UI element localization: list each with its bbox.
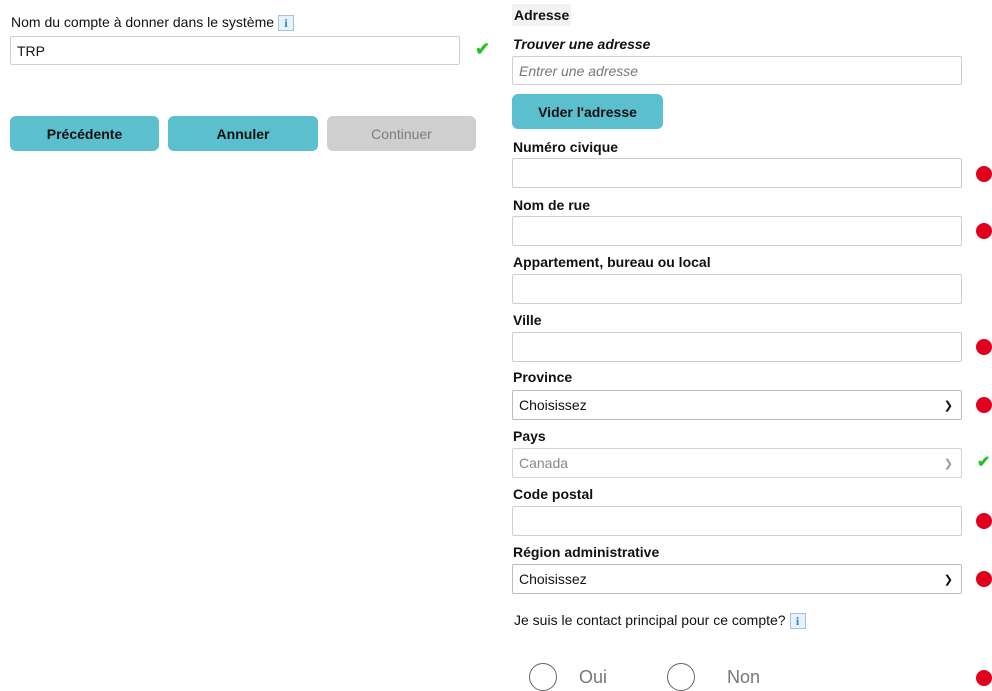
street-input[interactable] (512, 216, 962, 246)
required-error-icon (976, 339, 992, 355)
country-label: Pays (513, 428, 546, 444)
clear-address-button[interactable]: Vider l'adresse (512, 94, 663, 129)
cancel-button[interactable]: Annuler (168, 116, 318, 151)
required-error-icon (976, 513, 992, 529)
radio-yes[interactable] (529, 663, 557, 691)
info-icon[interactable]: i (789, 613, 806, 630)
primary-contact-question: Je suis le contact principal pour ce com… (514, 612, 806, 630)
country-select: Canada ❯ (512, 448, 962, 478)
province-selected-value: Choisissez (519, 397, 587, 413)
primary-contact-question-text: Je suis le contact principal pour ce com… (514, 612, 786, 628)
chevron-down-icon: ❯ (943, 399, 953, 412)
country-selected-value: Canada (519, 455, 569, 471)
required-error-icon (976, 166, 992, 182)
region-selected-value: Choisissez (519, 571, 587, 587)
account-name-label-text: Nom du compte à donner dans le système (11, 14, 275, 30)
info-icon[interactable]: i (278, 15, 295, 32)
account-name-label: Nom du compte à donner dans le système i (11, 14, 295, 32)
province-label: Province (513, 369, 573, 385)
region-label: Région administrative (513, 544, 660, 560)
continue-button[interactable]: Continuer (327, 116, 476, 151)
civic-number-input[interactable] (512, 158, 962, 188)
required-error-icon (976, 223, 992, 239)
province-select[interactable]: Choisissez ❯ (512, 390, 962, 420)
radio-no-label[interactable]: Non (727, 667, 760, 688)
radio-yes-label[interactable]: Oui (579, 667, 607, 688)
unit-input[interactable] (512, 274, 962, 304)
checkmark-icon: ✔ (475, 39, 491, 59)
account-name-value: TRP (17, 42, 45, 59)
required-error-icon (976, 397, 992, 413)
previous-button[interactable]: Précédente (10, 116, 159, 151)
region-select[interactable]: Choisissez ❯ (512, 564, 962, 594)
postal-code-label: Code postal (513, 486, 594, 502)
find-address-input[interactable]: Entrer une adresse (512, 56, 962, 85)
checkmark-icon: ✔ (977, 454, 991, 471)
unit-label: Appartement, bureau ou local (513, 254, 711, 270)
radio-no[interactable] (667, 663, 695, 691)
required-error-icon (976, 670, 992, 686)
find-address-placeholder: Entrer une adresse (519, 62, 639, 79)
address-section-title: Adresse (512, 4, 572, 26)
city-input[interactable] (512, 332, 962, 362)
account-name-input[interactable]: TRP (10, 36, 460, 65)
required-error-icon (976, 571, 992, 587)
civic-number-label: Numéro civique (513, 139, 619, 155)
postal-code-input[interactable] (512, 506, 962, 536)
chevron-down-icon: ❯ (943, 573, 953, 586)
street-label: Nom de rue (513, 197, 591, 213)
chevron-down-icon: ❯ (943, 457, 953, 470)
city-label: Ville (513, 312, 542, 328)
find-address-label: Trouver une adresse (513, 36, 651, 52)
